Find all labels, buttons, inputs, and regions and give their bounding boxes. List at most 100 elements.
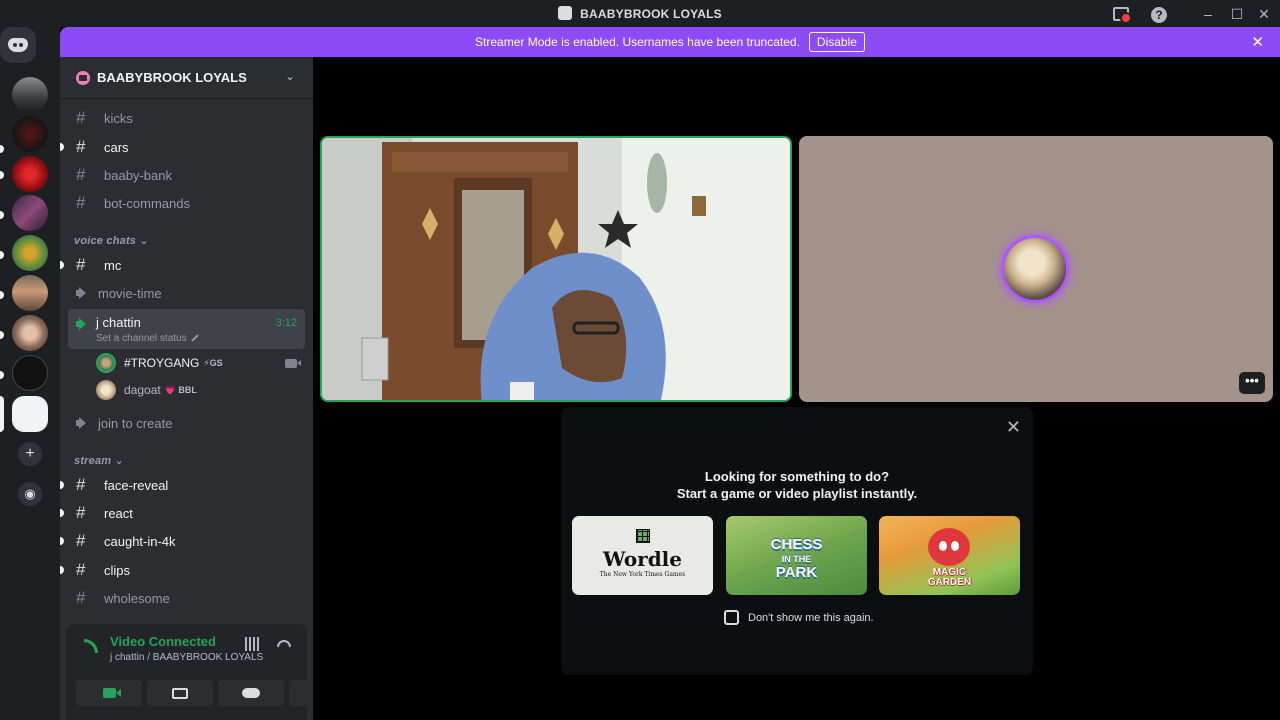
- channel-sidebar: BAABYBROOK LOYALS ⌄ # kicks # cars # baaby-…: [60, 57, 313, 720]
- channel-face-reveal[interactable]: # face-reveal: [60, 472, 305, 498]
- channel-mc[interactable]: # mc: [60, 252, 305, 278]
- help-button[interactable]: ?: [1147, 4, 1171, 24]
- voice-channel-movie-time[interactable]: movie-time: [68, 280, 305, 306]
- disable-button[interactable]: Disable: [808, 32, 865, 52]
- banner-text: Streamer Mode is enabled. Usernames have…: [475, 35, 800, 49]
- speaker-icon: [76, 318, 90, 330]
- category-stream[interactable]: stream ⌄: [74, 454, 124, 467]
- gamepad-icon: [242, 688, 260, 698]
- close-activity-icon[interactable]: ✕: [1006, 417, 1021, 438]
- camera-icon: [102, 688, 121, 698]
- inbox-icon: [1113, 7, 1132, 24]
- hash-icon: #: [76, 165, 86, 184]
- hash-icon: #: [76, 503, 86, 522]
- unread-pill: [0, 251, 4, 259]
- channel-baaby-bank[interactable]: # baaby-bank: [68, 162, 305, 188]
- avatar: [96, 353, 116, 373]
- category-voice-chats[interactable]: voice chats ⌄: [74, 234, 149, 247]
- soundboard-button[interactable]: [289, 680, 313, 706]
- video-stage: ••• ✕ Looking for something to do? Start…: [313, 57, 1280, 720]
- more-options-button[interactable]: •••: [1239, 372, 1265, 394]
- channel-kicks[interactable]: # kicks: [68, 105, 305, 131]
- hash-icon: #: [76, 137, 86, 156]
- screen-share-button[interactable]: [147, 680, 213, 706]
- activity-card-chess-in-the-park[interactable]: CHESS IN THE PARK: [726, 516, 867, 595]
- server-icon-inferno[interactable]: [12, 116, 48, 152]
- voice-status[interactable]: Video Connected: [110, 634, 216, 649]
- voice-location[interactable]: j chattin / BAABYBROOK LOYALS: [110, 652, 263, 663]
- discord-icon: [8, 38, 28, 52]
- chevron-down-icon: ⌄: [284, 69, 295, 83]
- voice-channel-j-chattin[interactable]: j chattin Set a channel status 3:12: [68, 309, 305, 349]
- activity-card-magic-garden[interactable]: MAGIC GARDEN: [879, 516, 1020, 595]
- activity-heading: Looking for something to do?: [704, 469, 890, 484]
- voice-user-dagoat[interactable]: dagoat 💗 BBL: [96, 378, 197, 402]
- close-window-button[interactable]: ✕: [1252, 4, 1276, 24]
- hash-icon: #: [76, 475, 86, 494]
- activity-subheading: Start a game or video playlist instantly…: [676, 486, 918, 501]
- server-icon-cars[interactable]: [12, 77, 48, 113]
- unread-pill: [0, 291, 4, 299]
- activity-card-wordle[interactable]: Wordle The New York Times Games: [572, 516, 713, 595]
- server-icon-5[interactable]: [12, 275, 48, 311]
- signal-icon[interactable]: [84, 639, 98, 653]
- channel-react[interactable]: # react: [60, 500, 305, 526]
- unread-pill: [0, 145, 4, 153]
- wordle-grid-icon: [636, 529, 650, 543]
- voice-channel-name: j chattin: [96, 315, 141, 330]
- home-button[interactable]: [0, 27, 36, 63]
- noise-suppression-icon[interactable]: [245, 637, 261, 651]
- avatar: [96, 380, 116, 400]
- server-icon-4[interactable]: [12, 235, 48, 271]
- video-tile-avatar[interactable]: •••: [799, 136, 1273, 402]
- call-timer: 3:12: [275, 317, 297, 329]
- unread-pill: [0, 211, 4, 219]
- disconnect-icon[interactable]: [277, 640, 291, 647]
- server-icon-6[interactable]: [12, 315, 48, 351]
- voice-user-troygang[interactable]: #TROYGANG ⚡GS: [96, 351, 223, 375]
- minimize-button[interactable]: –: [1196, 4, 1220, 24]
- channel-wholesome[interactable]: # wholesome: [68, 585, 305, 611]
- selected-pill: [0, 396, 4, 432]
- help-icon: ?: [1151, 7, 1167, 23]
- dont-show-again-checkbox[interactable]: Don't show me this again.: [724, 610, 874, 625]
- pencil-icon: [191, 334, 199, 342]
- unread-pill: [0, 331, 4, 339]
- explore-button[interactable]: ◉: [18, 482, 42, 506]
- speaking-avatar: [1001, 235, 1069, 303]
- hash-icon: #: [76, 560, 86, 579]
- guild-header[interactable]: BAABYBROOK LOYALS ⌄: [60, 57, 313, 99]
- camera-button[interactable]: [76, 680, 142, 706]
- server-icon-baabybrook[interactable]: [12, 396, 48, 432]
- hash-icon: #: [76, 255, 86, 274]
- speaker-icon: [76, 417, 90, 429]
- hash-icon: #: [76, 531, 86, 550]
- voice-channel-join-to-create[interactable]: join to create: [68, 410, 305, 436]
- unread-pill: [0, 171, 4, 179]
- activity-shelf: ✕ Looking for something to do? Start a g…: [561, 407, 1033, 675]
- channel-bot-commands[interactable]: # bot-commands: [68, 190, 305, 216]
- unread-pill: [0, 371, 4, 379]
- streamer-mode-banner: Streamer Mode is enabled. Usernames have…: [60, 27, 1280, 57]
- screen-share-icon: [172, 687, 188, 699]
- server-icon-gewin[interactable]: [12, 355, 48, 391]
- channel-clips[interactable]: # clips: [60, 557, 305, 583]
- add-server-button[interactable]: +: [18, 442, 42, 466]
- server-icon-red[interactable]: [12, 156, 48, 192]
- video-tile-camera[interactable]: [320, 136, 792, 402]
- strawberry-mascot-icon: [928, 528, 970, 566]
- hash-icon: #: [76, 588, 86, 607]
- activity-button[interactable]: [218, 680, 284, 706]
- server-icon-3[interactable]: [12, 195, 48, 231]
- maximize-button[interactable]: ☐: [1225, 4, 1249, 24]
- inbox-button[interactable]: [1109, 4, 1133, 24]
- channel-cars[interactable]: # cars: [60, 134, 305, 160]
- channel-status[interactable]: Set a channel status: [96, 333, 199, 344]
- checkbox-box[interactable]: [724, 610, 739, 625]
- window-title: BAABYBROOK LOYALS: [0, 6, 1280, 21]
- voice-connection-panel: Video Connected j chattin / BAABYBROOK L…: [66, 624, 313, 720]
- close-banner-icon[interactable]: ✕: [1251, 33, 1264, 51]
- channel-caught-in-4k[interactable]: # caught-in-4k: [60, 528, 305, 554]
- server-rail: + ◉: [0, 27, 60, 720]
- house-icon: [76, 70, 90, 85]
